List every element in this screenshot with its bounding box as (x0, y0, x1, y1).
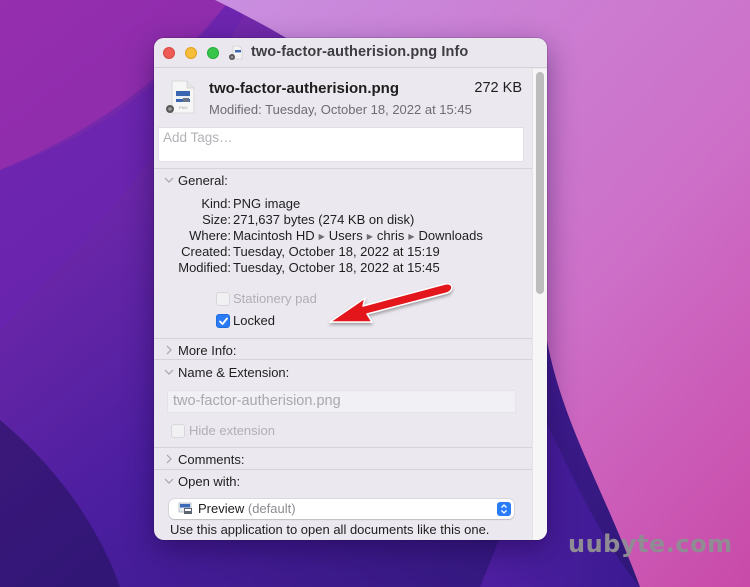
file-modified-value: Tuesday, October 18, 2022 at 15:45 (265, 102, 472, 117)
chevron-up-down-icon[interactable] (497, 502, 511, 516)
section-open-with-label: Open with: (178, 474, 241, 489)
created-label: Created: (181, 244, 231, 259)
open-with-app: Preview (default) (198, 501, 296, 516)
divider (154, 359, 532, 360)
section-open-with[interactable]: Open with: (154, 474, 532, 494)
path-segment: chris (376, 228, 405, 243)
section-comments-label: Comments: (178, 452, 245, 467)
minimize-button[interactable] (185, 47, 197, 59)
app-default-suffix: (default) (247, 501, 296, 516)
svg-text:PNG: PNG (179, 105, 188, 110)
size-label: Size: (202, 212, 231, 227)
zoom-button[interactable] (207, 47, 219, 59)
path-separator-icon: ▶ (318, 232, 325, 241)
png-file-icon: PNG (166, 80, 195, 114)
chevron-right-icon[interactable] (164, 344, 174, 356)
modified-row: Modified: Tuesday, October 18, 2022 at 1… (154, 260, 532, 276)
path-separator-icon: ▶ (366, 232, 373, 241)
preview-app-icon (178, 502, 192, 514)
kind-value: PNG image (233, 196, 301, 211)
file-modified: Modified: Tuesday, October 18, 2022 at 1… (209, 102, 472, 117)
app-name: Preview (198, 501, 245, 516)
chevron-right-icon[interactable] (164, 453, 174, 465)
created-row: Created: Tuesday, October 18, 2022 at 15… (154, 244, 532, 260)
file-modified-label: Modified: (209, 102, 262, 117)
watermark: uubyte.com (568, 530, 733, 558)
section-more-info-label: More Info: (178, 343, 237, 358)
where-row: Where: Macintosh HD ▶ Users ▶ chris ▶ Download… (154, 228, 532, 244)
path-segment: Users (328, 228, 363, 243)
scrollbar-thumb[interactable] (536, 72, 544, 294)
kind-row: Kind: PNG image (154, 196, 532, 212)
modified-value: Tuesday, October 18, 2022 at 15:45 (233, 260, 440, 275)
path-segment: Macintosh HD (233, 228, 315, 243)
divider (154, 168, 532, 169)
where-path: Macintosh HD ▶ Users ▶ chris ▶ Downloads (233, 228, 483, 243)
hide-extension-label: Hide extension (189, 423, 275, 438)
name-field[interactable]: two-factor-autherision.png (167, 390, 516, 413)
size-value: 271,637 bytes (274 KB on disk) (233, 212, 415, 227)
close-button[interactable] (163, 47, 175, 59)
title-bar[interactable]: two-factor-autherision.png Info (154, 38, 547, 68)
created-value: Tuesday, October 18, 2022 at 15:19 (233, 244, 440, 259)
vertical-scrollbar[interactable] (532, 69, 547, 540)
window-title: two-factor-autherision.png Info (251, 44, 469, 60)
chevron-down-icon[interactable] (164, 366, 174, 378)
hide-extension-checkbox[interactable] (171, 424, 185, 438)
modified-label: Modified: (178, 260, 231, 275)
section-general[interactable]: General: (154, 173, 532, 193)
section-general-label: General: (178, 173, 228, 188)
divider (154, 469, 532, 470)
chevron-down-icon[interactable] (164, 174, 174, 186)
file-size: 272 KB (474, 80, 522, 96)
where-label: Where: (189, 228, 231, 243)
open-with-select[interactable]: Preview (default) (169, 499, 514, 519)
kind-label: Kind: (201, 196, 231, 211)
path-separator-icon: ▶ (408, 232, 415, 241)
checkmark-icon (219, 317, 228, 325)
file-header: PNG two-factor-autherision.png 272 KB Mo… (154, 69, 532, 125)
locked-label: Locked (233, 313, 275, 328)
section-name-extension-label: Name & Extension: (178, 365, 290, 380)
stationery-pad-checkbox[interactable] (216, 292, 230, 306)
section-name-extension[interactable]: Name & Extension: (154, 365, 532, 385)
open-with-description: Use this application to open all documen… (170, 522, 490, 537)
stationery-pad-label: Stationery pad (233, 291, 317, 306)
path-segment: Downloads (418, 228, 483, 243)
file-name: two-factor-autherision.png (209, 80, 399, 97)
divider (154, 447, 532, 448)
png-file-icon (229, 45, 243, 60)
section-more-info[interactable]: More Info: (154, 343, 532, 363)
red-annotation-arrow-icon (329, 283, 453, 323)
chevron-down-icon[interactable] (164, 475, 174, 487)
size-row: Size: 271,637 bytes (274 KB on disk) (154, 212, 532, 228)
locked-checkbox[interactable] (216, 314, 230, 328)
divider (154, 338, 532, 339)
tags-input[interactable]: Add Tags… (158, 127, 524, 162)
